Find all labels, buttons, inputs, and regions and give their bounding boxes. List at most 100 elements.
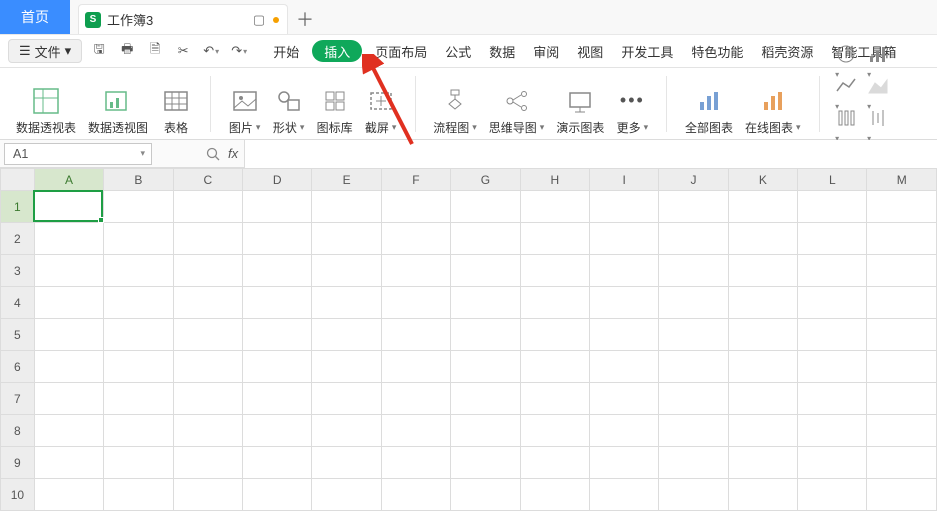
cell-B2[interactable] [104, 223, 173, 255]
cell-G7[interactable] [451, 383, 520, 415]
cell-B5[interactable] [104, 319, 173, 351]
col-header-E[interactable]: E [312, 169, 381, 191]
cell-H1[interactable] [520, 191, 589, 223]
row-header-5[interactable]: 5 [1, 319, 35, 351]
cell-D9[interactable] [242, 447, 311, 479]
cell-L2[interactable] [798, 223, 867, 255]
cell-A2[interactable] [34, 223, 103, 255]
cell-L10[interactable] [798, 479, 867, 511]
cell-I10[interactable] [589, 479, 658, 511]
menu-item-开发工具[interactable]: 开发工具 [612, 34, 682, 68]
more-button[interactable]: ••• 更多 [614, 85, 650, 136]
cell-B6[interactable] [104, 351, 173, 383]
cell-D4[interactable] [242, 287, 311, 319]
cell-E5[interactable] [312, 319, 381, 351]
cell-I4[interactable] [589, 287, 658, 319]
cell-A4[interactable] [34, 287, 103, 319]
cell-M7[interactable] [867, 383, 937, 415]
menu-item-视图[interactable]: 视图 [568, 34, 612, 68]
cell-E3[interactable] [312, 255, 381, 287]
cell-K4[interactable] [728, 287, 797, 319]
col-header-M[interactable]: M [867, 169, 937, 191]
col-header-F[interactable]: F [381, 169, 450, 191]
menu-item-页面布局[interactable]: 页面布局 [366, 34, 436, 68]
cell-H2[interactable] [520, 223, 589, 255]
add-tab-button[interactable]: ＋ [288, 4, 322, 34]
cell-D7[interactable] [242, 383, 311, 415]
cell-E1[interactable] [312, 191, 381, 223]
cell-M3[interactable] [867, 255, 937, 287]
cell-G1[interactable] [451, 191, 520, 223]
row-header-8[interactable]: 8 [1, 415, 35, 447]
cell-J10[interactable] [659, 479, 728, 511]
cell-L1[interactable] [798, 191, 867, 223]
cell-L7[interactable] [798, 383, 867, 415]
cell-F10[interactable] [381, 479, 450, 511]
cell-A7[interactable] [34, 383, 103, 415]
file-menu-button[interactable]: ☰ 文件 ▾ [8, 39, 82, 63]
cell-H4[interactable] [520, 287, 589, 319]
col-header-J[interactable]: J [659, 169, 728, 191]
cell-I6[interactable] [589, 351, 658, 383]
cell-D6[interactable] [242, 351, 311, 383]
menu-item-开始[interactable]: 开始 [264, 34, 308, 68]
home-tab[interactable]: 首页 [0, 0, 70, 34]
cell-H10[interactable] [520, 479, 589, 511]
row-header-4[interactable]: 4 [1, 287, 35, 319]
menu-item-公式[interactable]: 公式 [436, 34, 480, 68]
cell-M6[interactable] [867, 351, 937, 383]
cell-I2[interactable] [589, 223, 658, 255]
cell-K5[interactable] [728, 319, 797, 351]
cell-L6[interactable] [798, 351, 867, 383]
pie-chart-icon[interactable]: ▾ [835, 43, 861, 69]
cell-I9[interactable] [589, 447, 658, 479]
cell-L8[interactable] [798, 415, 867, 447]
cell-E10[interactable] [312, 479, 381, 511]
cell-F9[interactable] [381, 447, 450, 479]
cell-J5[interactable] [659, 319, 728, 351]
fx-symbol[interactable]: fx [228, 146, 238, 161]
cell-G6[interactable] [451, 351, 520, 383]
row-header-2[interactable]: 2 [1, 223, 35, 255]
cell-A6[interactable] [34, 351, 103, 383]
row-header-9[interactable]: 9 [1, 447, 35, 479]
cell-B9[interactable] [104, 447, 173, 479]
area-chart-icon[interactable]: ▾ [867, 75, 893, 101]
row-header-3[interactable]: 3 [1, 255, 35, 287]
cell-H9[interactable] [520, 447, 589, 479]
undo-icon[interactable]: ↶▾ [202, 42, 220, 60]
cell-I7[interactable] [589, 383, 658, 415]
cell-F4[interactable] [381, 287, 450, 319]
preview-icon[interactable]: 🗎 [146, 42, 164, 60]
cell-K10[interactable] [728, 479, 797, 511]
cell-E7[interactable] [312, 383, 381, 415]
cell-F7[interactable] [381, 383, 450, 415]
search-icon[interactable] [204, 145, 222, 163]
cell-E4[interactable] [312, 287, 381, 319]
cell-K9[interactable] [728, 447, 797, 479]
cell-A1[interactable] [34, 191, 103, 223]
menu-item-数据[interactable]: 数据 [480, 34, 524, 68]
mindmap-button[interactable]: 思维导图 [487, 85, 547, 136]
icon-library-button[interactable]: 图标库 [315, 85, 355, 136]
cell-A5[interactable] [34, 319, 103, 351]
cell-C8[interactable] [173, 415, 242, 447]
cell-H3[interactable] [520, 255, 589, 287]
cell-D2[interactable] [242, 223, 311, 255]
cell-J4[interactable] [659, 287, 728, 319]
cell-M8[interactable] [867, 415, 937, 447]
cell-M5[interactable] [867, 319, 937, 351]
column-chart-icon[interactable]: ▾ [835, 107, 861, 133]
cell-B7[interactable] [104, 383, 173, 415]
cell-C1[interactable] [173, 191, 242, 223]
cell-M1[interactable] [867, 191, 937, 223]
cell-A8[interactable] [34, 415, 103, 447]
menu-item-稻壳资源[interactable]: 稻壳资源 [752, 34, 822, 68]
redo-icon[interactable]: ↷▾ [230, 42, 248, 60]
cell-L9[interactable] [798, 447, 867, 479]
cell-K1[interactable] [728, 191, 797, 223]
cell-E6[interactable] [312, 351, 381, 383]
col-header-D[interactable]: D [242, 169, 311, 191]
cut-icon[interactable]: ✂ [174, 42, 192, 60]
cell-D8[interactable] [242, 415, 311, 447]
